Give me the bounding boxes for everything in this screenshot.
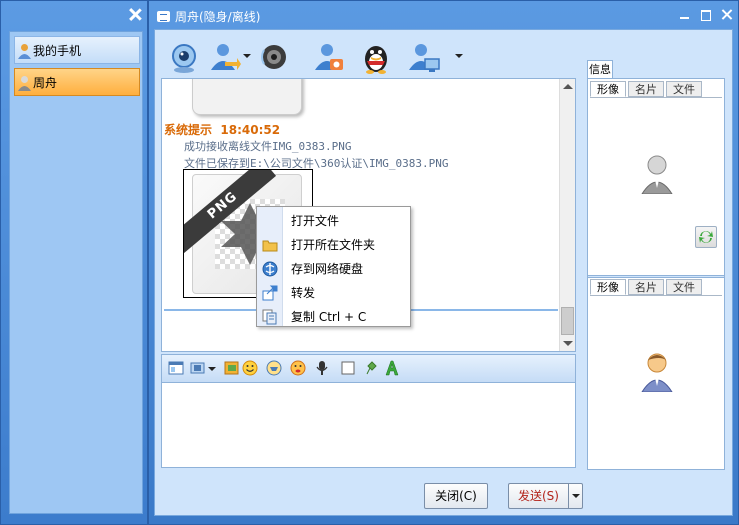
my-avatar-icon [641,353,673,392]
send-options-button[interactable] [568,483,583,509]
menu-item-label: 打开文件 [291,214,340,228]
folder-icon [262,240,278,252]
menu-item-open-file[interactable]: 打开文件 [257,209,410,233]
file-context-menu: 打开文件 打开所在文件夹 存到网络硬盘 转发 复制 Ctrl + C [256,206,411,327]
menu-item-save-netdisk[interactable]: 存到网络硬盘 [257,257,410,281]
scroll-thumb[interactable] [561,307,574,335]
font-color-icon[interactable] [384,360,400,376]
user-icon [18,44,31,59]
contacts-window: 我的手机 周舟 [0,0,148,525]
scroll-down-icon[interactable] [563,341,573,346]
input-toolbar [161,354,576,382]
chevron-down-icon[interactable] [455,54,463,58]
send-button[interactable]: 发送(S) [508,483,568,509]
chevron-down-icon[interactable] [208,367,216,371]
tab-files[interactable]: 文件 [666,279,702,295]
contact-label: 周舟 [33,76,58,90]
close-icon[interactable] [128,8,141,21]
copy-icon [262,309,277,325]
system-message-line: 成功接收离线文件IMG_0383.PNG [184,140,352,153]
menu-item-label: 复制 Ctrl + C [291,310,367,324]
chat-window: 周舟(隐身/离线) 系统提示 18:40:52 成功接收离线文件IMG_0383… [148,0,739,525]
close-icon[interactable] [721,9,733,21]
refresh-button[interactable] [695,226,717,248]
my-avatar-area [590,295,722,467]
message-input[interactable] [161,382,576,468]
pin-icon[interactable] [362,360,378,376]
menu-item-label: 存到网络硬盘 [291,262,364,276]
qq-icon[interactable] [359,40,393,74]
tab-avatar[interactable]: 形像 [590,279,626,295]
contact-info-panel: 形像 名片 文件 形像 名片 文件 [587,78,725,470]
user-icon [18,76,31,91]
maximize-icon[interactable] [700,9,712,21]
network-disk-icon [262,261,278,277]
contact-item-my-phone[interactable]: 我的手机 [14,36,140,64]
tab-card[interactable]: 名片 [628,81,664,97]
tab-avatar[interactable]: 形像 [590,81,626,97]
emoji-icon[interactable] [242,360,258,376]
remote-assist-icon[interactable] [311,40,345,74]
tab-card[interactable]: 名片 [628,279,664,295]
window-title: 周舟(隐身/离线) [157,8,260,26]
voice-chat-icon[interactable] [257,40,291,74]
contacts-list: 我的手机 周舟 [9,31,143,514]
menu-item-forward[interactable]: 转发 [257,281,410,305]
chat-toolbar [163,38,583,76]
scroll-up-icon[interactable] [563,84,573,89]
message-scrollbar[interactable] [559,79,575,351]
system-message-header: 系统提示 18:40:52 [164,121,280,138]
message-time: 18:40:52 [220,123,281,137]
window-controls [674,9,733,23]
voice-message-icon[interactable] [314,360,330,376]
forward-icon [262,285,278,301]
window-title-text: 周舟(隐身/离线) [175,10,261,24]
contact-avatar-area [590,97,722,273]
magic-expression-icon[interactable] [266,360,282,376]
shake-window-icon[interactable] [290,360,306,376]
previous-image-thumbnail[interactable] [192,79,302,115]
tab-info[interactable]: 信息 [587,60,613,78]
system-title: 系统提示 [164,123,213,137]
close-button[interactable]: 关闭(C) [424,483,488,509]
refresh-icon [699,231,713,243]
checkbox-icon[interactable] [340,360,356,376]
panel-divider[interactable] [588,275,724,278]
minimize-icon[interactable] [679,9,691,21]
menu-item-label: 打开所在文件夹 [291,238,376,252]
video-chat-icon[interactable] [167,40,201,74]
contact-label: 我的手机 [33,44,82,58]
chat-client-area: 系统提示 18:40:52 成功接收离线文件IMG_0383.PNG 文件已保存… [154,29,733,516]
transfer-file-icon[interactable] [207,40,241,74]
font-window-icon[interactable] [168,360,184,376]
insert-image-icon[interactable] [224,360,240,376]
contact-item-zhouzhou[interactable]: 周舟 [14,68,140,96]
tab-files[interactable]: 文件 [666,81,702,97]
contact-avatar-icon [641,155,673,194]
contacts-title-bar [1,1,147,29]
menu-item-label: 转发 [291,286,316,300]
chat-icon [157,11,170,22]
menu-item-open-folder[interactable]: 打开所在文件夹 [257,233,410,257]
menu-item-copy[interactable]: 复制 Ctrl + C [257,305,410,329]
desktop-share-icon[interactable] [407,40,441,74]
screen-capture-icon[interactable] [190,360,206,376]
chevron-down-icon[interactable] [243,54,251,58]
